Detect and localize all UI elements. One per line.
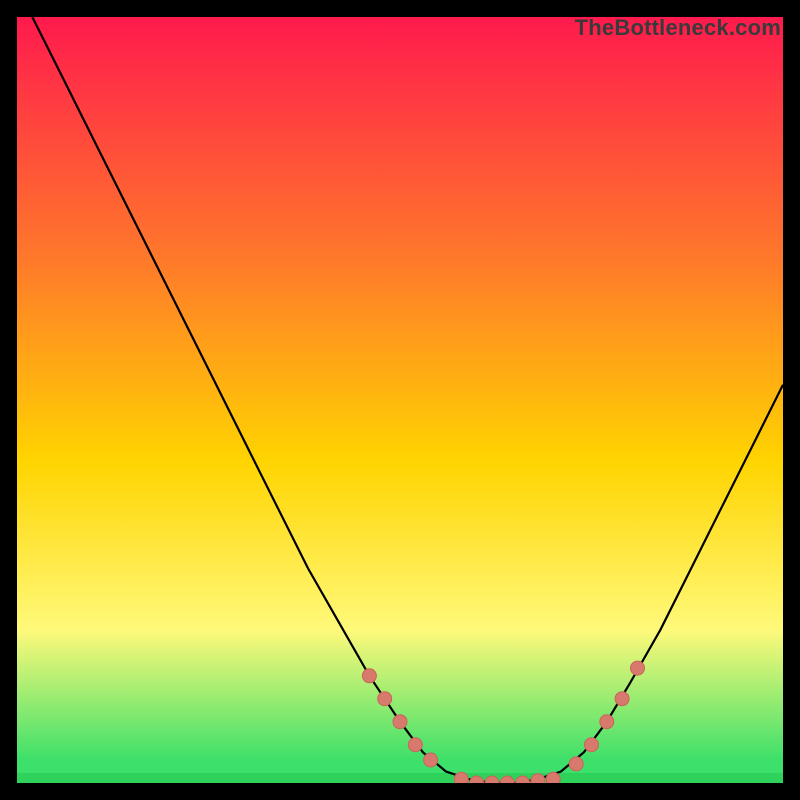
- curve-marker: [408, 738, 422, 752]
- curve-marker: [362, 669, 376, 683]
- curve-marker: [600, 715, 614, 729]
- curve-marker: [531, 774, 545, 783]
- chart-canvas: [17, 17, 783, 783]
- curve-marker: [631, 661, 645, 675]
- curve-marker: [585, 738, 599, 752]
- gradient-background: [17, 17, 783, 783]
- curve-marker: [569, 757, 583, 771]
- watermark-text: TheBottleneck.com: [575, 15, 781, 41]
- curve-marker: [615, 692, 629, 706]
- curve-marker: [393, 715, 407, 729]
- bottom-green-band: [17, 773, 783, 783]
- curve-marker: [454, 772, 468, 783]
- curve-marker: [424, 753, 438, 767]
- curve-marker: [378, 692, 392, 706]
- chart-frame: TheBottleneck.com: [17, 17, 783, 783]
- curve-marker: [546, 772, 560, 783]
